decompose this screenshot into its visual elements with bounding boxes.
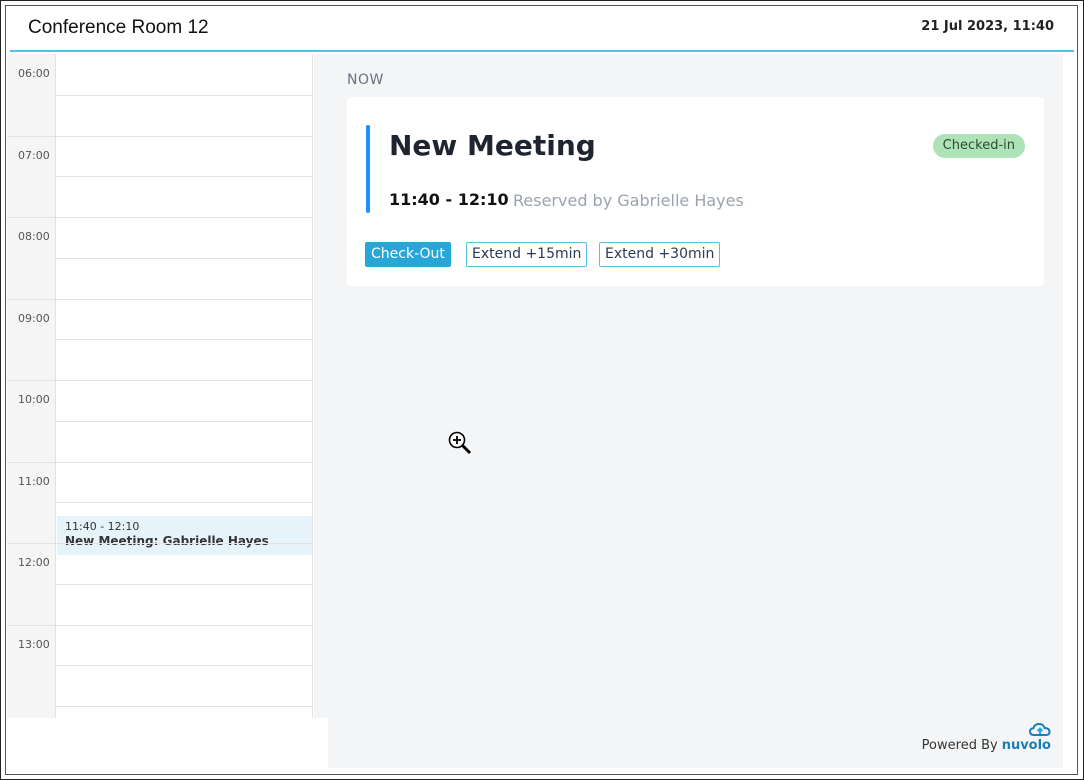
extend-30-button[interactable]: Extend +30min bbox=[599, 242, 721, 267]
blank-area bbox=[7, 718, 328, 774]
hour-label-1300: 13:00 bbox=[18, 637, 50, 651]
slot-divider bbox=[56, 461, 312, 463]
hour-divider bbox=[7, 217, 56, 218]
header-bar: Conference Room 12 21 Jul 2023, 11:40 bbox=[10, 8, 1074, 52]
hour-divider bbox=[7, 461, 56, 463]
slot-divider bbox=[56, 94, 312, 96]
hour-divider bbox=[7, 543, 56, 544]
brand-name: nuvolo bbox=[1001, 738, 1051, 753]
brand-logo: nuvolo bbox=[1001, 722, 1051, 753]
hour-divider bbox=[7, 298, 56, 300]
timeline-event-title: New Meeting: Gabrielle Hayes bbox=[65, 534, 269, 548]
zoom-in-cursor-icon bbox=[448, 431, 472, 455]
hour-divider bbox=[7, 380, 56, 381]
hour-divider bbox=[7, 624, 56, 626]
slot-divider bbox=[56, 339, 312, 341]
current-datetime: 21 Jul 2023, 11:40 bbox=[921, 19, 1054, 34]
slot-divider bbox=[56, 257, 312, 259]
slot-divider bbox=[56, 502, 312, 504]
slot-divider bbox=[56, 665, 312, 667]
hour-label-1000: 10:00 bbox=[18, 393, 50, 406]
slot-divider bbox=[56, 583, 312, 585]
hour-label-0600: 06:00 bbox=[18, 67, 50, 80]
meeting-accent-bar bbox=[366, 125, 370, 213]
hour-divider bbox=[7, 135, 56, 137]
slot-divider bbox=[56, 543, 312, 544]
hour-label-0700: 07:00 bbox=[18, 148, 50, 162]
hour-label-0800: 08:00 bbox=[18, 230, 50, 243]
extend-15-button[interactable]: Extend +15min bbox=[466, 242, 588, 267]
powered-by-text: Powered By bbox=[921, 738, 998, 753]
day-timeline[interactable]: 11:40 - 12:10 New Meeting: Gabrielle Hay… bbox=[7, 54, 313, 718]
powered-by: Powered By nuvolo bbox=[921, 722, 1051, 753]
hour-label-1200: 12:00 bbox=[18, 556, 50, 569]
slot-divider bbox=[56, 135, 312, 137]
meeting-title: New Meeting bbox=[389, 129, 596, 162]
slot-divider bbox=[56, 706, 312, 707]
status-badge: Checked-in bbox=[932, 134, 1025, 158]
current-meeting-card: New Meeting Checked-in 11:40 - 12:10 Res… bbox=[347, 97, 1044, 286]
timeline-event[interactable]: 11:40 - 12:10 New Meeting: Gabrielle Hay… bbox=[57, 516, 312, 555]
slot-divider bbox=[56, 380, 312, 381]
hour-label-0900: 09:00 bbox=[18, 311, 50, 325]
room-title: Conference Room 12 bbox=[28, 17, 209, 38]
nuvolo-cloud-icon bbox=[1029, 722, 1051, 736]
check-out-button[interactable]: Check-Out bbox=[365, 242, 451, 267]
meeting-time: 11:40 - 12:10 bbox=[389, 190, 509, 209]
hour-label-1100: 11:00 bbox=[18, 474, 50, 488]
slot-divider bbox=[56, 624, 312, 626]
slot-divider bbox=[56, 298, 312, 300]
meeting-reserved-by: Reserved by Gabrielle Hayes bbox=[513, 191, 744, 210]
main-panel: NOW New Meeting Checked-in 11:40 - 12:10… bbox=[314, 54, 1063, 768]
timeline-event-time: 11:40 - 12:10 bbox=[65, 520, 140, 533]
slot-divider bbox=[56, 420, 312, 422]
now-label: NOW bbox=[347, 72, 384, 88]
slot-divider bbox=[56, 217, 312, 218]
slot-divider bbox=[56, 176, 312, 178]
